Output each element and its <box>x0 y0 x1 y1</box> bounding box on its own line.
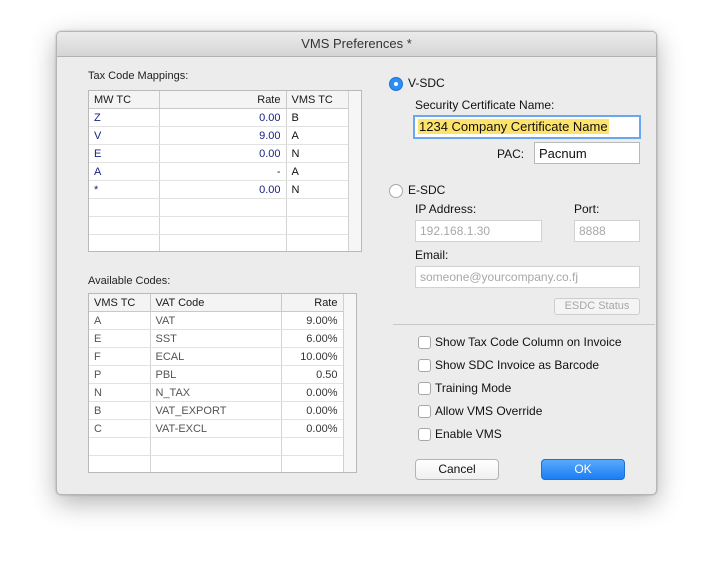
vat-code-cell: VAT-EXCL <box>150 419 282 438</box>
ip-address-input[interactable]: 192.168.1.30 <box>415 220 542 242</box>
email-label: Email: <box>415 248 449 262</box>
rate-cell: 10.00% <box>281 347 344 366</box>
vms-tc-cell: F <box>89 347 151 366</box>
table-row[interactable]: P PBL 0.50 <box>89 365 344 384</box>
table-row[interactable]: C VAT-EXCL 0.00% <box>89 419 344 438</box>
table-row[interactable]: V 9.00 A <box>89 126 349 145</box>
option-checkbox[interactable] <box>418 405 431 418</box>
option-show-tax-code-column[interactable]: Show Tax Code Column on Invoice <box>435 335 622 349</box>
vms-tc-cell: B <box>286 108 349 127</box>
column-header-vms-tc[interactable]: VMS TC <box>286 91 349 109</box>
option-checkbox[interactable] <box>418 428 431 441</box>
table-row[interactable]: * 0.00 N <box>89 180 349 199</box>
pac-input[interactable] <box>534 142 640 164</box>
vat-code-cell: VAT_EXPORT <box>150 401 282 420</box>
vms-tc-cell: N <box>286 144 349 163</box>
rate-cell: - <box>159 162 287 181</box>
esdc-status-button[interactable]: ESDC Status <box>554 298 640 315</box>
ip-address-label: IP Address: <box>415 202 477 216</box>
available-codes-scrollbar[interactable] <box>343 294 356 472</box>
available-codes-table[interactable]: VMS TC VAT Code Rate A VAT 9.00% E SST 6… <box>88 293 357 473</box>
table-row[interactable]: N N_TAX 0.00% <box>89 383 344 402</box>
option-checkbox[interactable] <box>418 382 431 395</box>
table-row[interactable]: B VAT_EXPORT 0.00% <box>89 401 344 420</box>
certificate-selected-text: 1234 Company Certificate Name <box>418 119 609 134</box>
column-header-vms-tc[interactable]: VMS TC <box>89 294 151 312</box>
vms-tc-cell: B <box>89 401 151 420</box>
email-input[interactable]: someone@yourcompany.co.fj <box>415 266 640 288</box>
port-label: Port: <box>574 202 600 216</box>
mw-tc-cell: * <box>89 180 160 199</box>
table-row[interactable]: E 0.00 N <box>89 144 349 163</box>
esdc-radio[interactable] <box>389 184 403 198</box>
vat-code-cell: N_TAX <box>150 383 282 402</box>
ok-button[interactable]: OK <box>541 459 625 480</box>
mw-tc-cell: A <box>89 162 160 181</box>
rate-cell: 9.00% <box>281 311 344 330</box>
rate-cell: 0.00% <box>281 401 344 420</box>
option-checkbox[interactable] <box>418 336 431 349</box>
rate-cell: 0.00 <box>159 108 287 127</box>
table-row[interactable]: Z 0.00 B <box>89 108 349 127</box>
window-title: VMS Preferences * <box>57 32 656 57</box>
empty-row[interactable] <box>89 437 344 456</box>
option-allow-vms-override[interactable]: Allow VMS Override <box>435 404 542 418</box>
rate-cell: 0.00 <box>159 144 287 163</box>
rate-cell: 6.00% <box>281 329 344 348</box>
option-training-mode[interactable]: Training Mode <box>435 381 511 395</box>
column-header-mw-tc[interactable]: MW TC <box>89 91 160 109</box>
vat-code-cell: VAT <box>150 311 282 330</box>
rate-cell: 0.00 <box>159 180 287 199</box>
tax-code-mappings-table[interactable]: MW TC Rate VMS TC Z 0.00 B V 9.00 A E 0.… <box>88 90 362 252</box>
column-header-vat-code[interactable]: VAT Code <box>150 294 282 312</box>
security-certificate-label: Security Certificate Name: <box>415 98 555 112</box>
rate-cell: 0.50 <box>281 365 344 384</box>
mappings-scrollbar[interactable] <box>348 91 361 251</box>
rate-cell: 0.00% <box>281 383 344 402</box>
table-row[interactable]: A VAT 9.00% <box>89 311 344 330</box>
vms-tc-cell: A <box>89 311 151 330</box>
mw-tc-cell: E <box>89 144 160 163</box>
vms-tc-cell: N <box>89 383 151 402</box>
table-row[interactable]: A - A <box>89 162 349 181</box>
cancel-button[interactable]: Cancel <box>415 459 499 480</box>
vms-tc-cell: E <box>89 329 151 348</box>
mw-tc-cell: Z <box>89 108 160 127</box>
vms-tc-cell: N <box>286 180 349 199</box>
option-enable-vms[interactable]: Enable VMS <box>435 427 502 441</box>
table-row[interactable]: F ECAL 10.00% <box>89 347 344 366</box>
vms-tc-cell: P <box>89 365 151 384</box>
port-input[interactable]: 8888 <box>574 220 640 242</box>
available-codes-label: Available Codes: <box>88 275 171 287</box>
pac-label: PAC: <box>497 147 525 161</box>
empty-row[interactable] <box>89 198 349 217</box>
vms-tc-cell: C <box>89 419 151 438</box>
tax-code-mappings-label: Tax Code Mappings: <box>88 70 189 82</box>
divider <box>393 324 655 325</box>
rate-cell: 9.00 <box>159 126 287 145</box>
option-show-sdc-barcode[interactable]: Show SDC Invoice as Barcode <box>435 358 599 372</box>
empty-row[interactable] <box>89 216 349 235</box>
vms-tc-cell: A <box>286 126 349 145</box>
column-header-rate[interactable]: Rate <box>281 294 344 312</box>
table-row[interactable]: E SST 6.00% <box>89 329 344 348</box>
mw-tc-cell: V <box>89 126 160 145</box>
rate-cell: 0.00% <box>281 419 344 438</box>
esdc-label[interactable]: E-SDC <box>408 183 445 197</box>
option-checkbox[interactable] <box>418 359 431 372</box>
vms-tc-cell: A <box>286 162 349 181</box>
empty-row[interactable] <box>89 234 349 251</box>
vat-code-cell: SST <box>150 329 282 348</box>
empty-row[interactable] <box>89 455 344 472</box>
vat-code-cell: ECAL <box>150 347 282 366</box>
vat-code-cell: PBL <box>150 365 282 384</box>
vsdc-label[interactable]: V-SDC <box>408 76 445 90</box>
security-certificate-input[interactable]: 1234 Company Certificate Name <box>413 115 641 139</box>
vsdc-radio[interactable] <box>389 77 403 91</box>
preferences-window: VMS Preferences * Tax Code Mappings: MW … <box>56 31 657 495</box>
column-header-rate[interactable]: Rate <box>159 91 287 109</box>
